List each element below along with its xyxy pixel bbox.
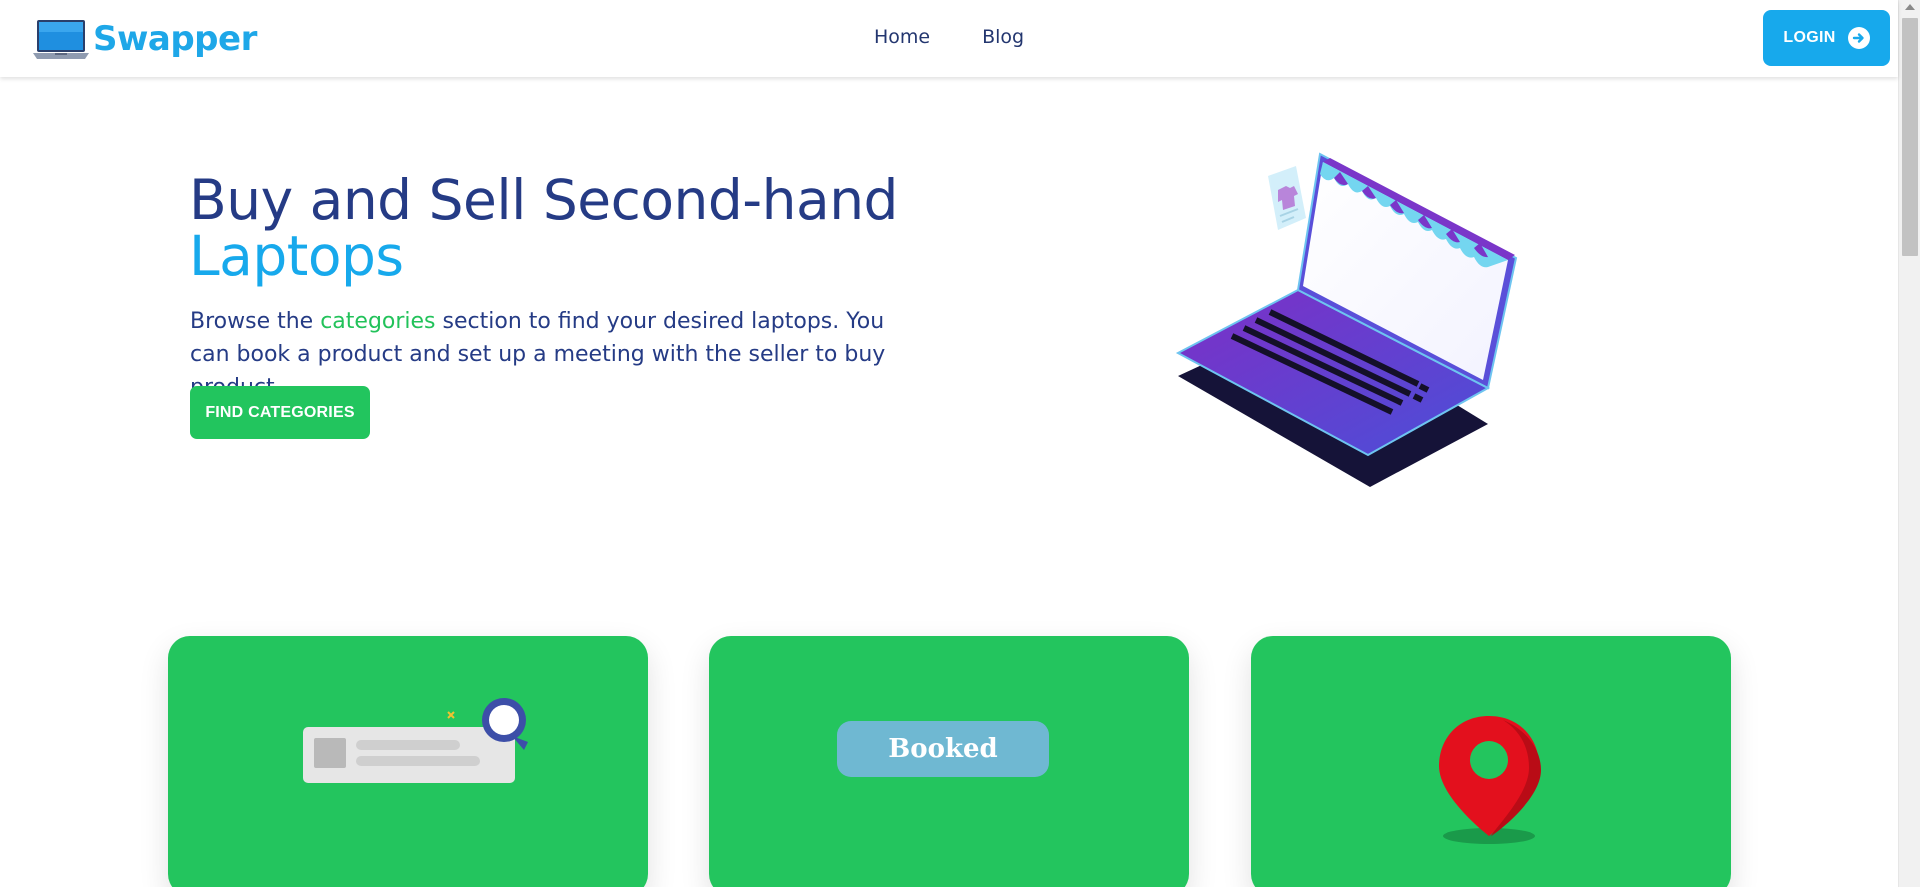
nav-links: Home Blog [874, 26, 1024, 48]
booked-badge: Booked [837, 721, 1049, 777]
scroll-thumb[interactable] [1902, 18, 1918, 256]
hero-desc-before: Browse the [190, 309, 321, 334]
laptop-logo-icon [33, 20, 89, 59]
brand-name: Swapper [93, 19, 257, 59]
find-categories-button[interactable]: FIND CATEGORIES [190, 386, 370, 439]
hero-title-line1: Buy and Sell Second-hand [189, 168, 898, 232]
nav-link-blog[interactable]: Blog [982, 26, 1024, 48]
arrow-right-circle-icon [1847, 27, 1870, 49]
scroll-up-arrow-icon[interactable] [1905, 4, 1915, 10]
categories-link[interactable]: categories [320, 309, 435, 334]
feature-card-booked: Booked [709, 636, 1189, 887]
scrollbar[interactable] [1898, 0, 1920, 887]
brand-link[interactable]: Swapper [33, 18, 257, 60]
nav-link-home[interactable]: Home [874, 26, 930, 48]
feature-card-location [1251, 636, 1731, 887]
hero-title-line2: Laptops [189, 224, 404, 288]
laptop-shop-illustration [1175, 152, 1518, 487]
navbar: Swapper Home Blog LOGIN [0, 0, 1898, 77]
search-listing-icon [303, 698, 528, 783]
login-label: LOGIN [1783, 29, 1836, 46]
map-pin-icon [1439, 716, 1541, 844]
page: Swapper Home Blog LOGIN Buy and Sell Sec… [0, 0, 1920, 887]
login-button[interactable]: LOGIN [1763, 10, 1890, 66]
feature-card-search [168, 636, 648, 887]
hero-title: Buy and Sell Second-hand Laptops [189, 172, 949, 284]
